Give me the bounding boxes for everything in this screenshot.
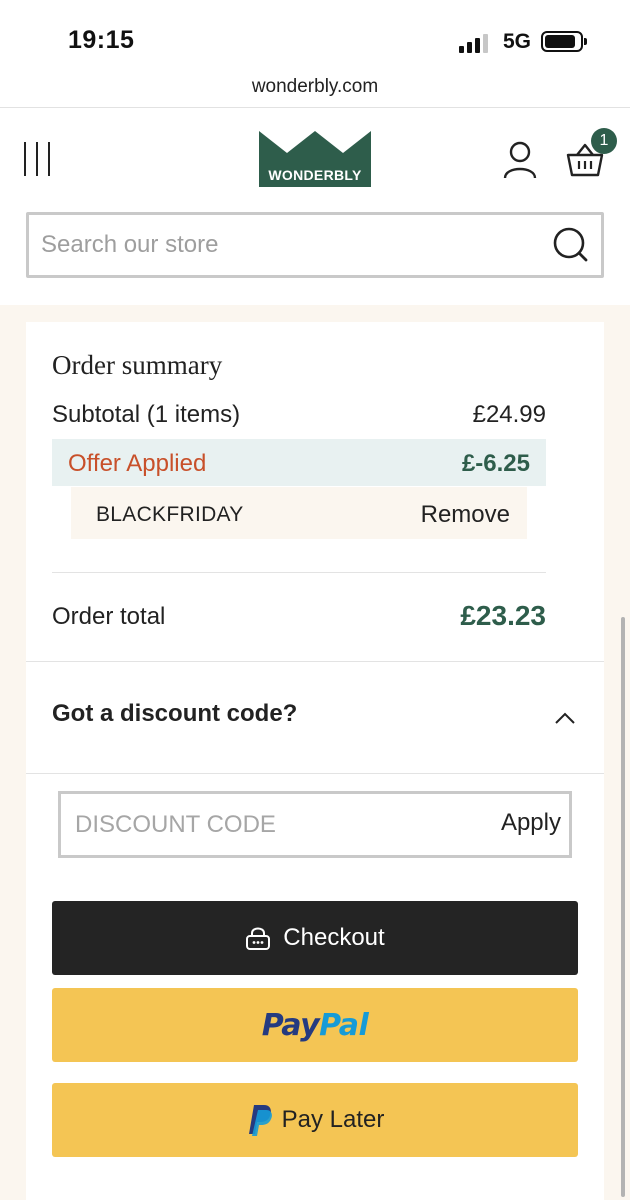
- scrollbar[interactable]: [621, 617, 625, 1197]
- subtotal-value: £24.99: [472, 401, 546, 428]
- subtotal-label: Subtotal (1 items): [52, 401, 241, 428]
- status-bar: 19:15 5G: [0, 0, 630, 68]
- discount-divider: [26, 773, 604, 774]
- paypal-logo: PayPal: [262, 1008, 369, 1043]
- signal-icon: [459, 33, 493, 53]
- order-summary-title: Order summary: [52, 350, 223, 380]
- remove-code-button[interactable]: Remove: [390, 501, 510, 529]
- paypal-logo-pal: Pal: [319, 1007, 369, 1043]
- url-bar[interactable]: wonderbly.com: [0, 68, 630, 108]
- lock-icon: [246, 927, 271, 950]
- site-header: WONDERBLY: [0, 109, 630, 305]
- url-text: wonderbly.com: [251, 76, 379, 97]
- discount-toggle[interactable]: Got a discount code?: [52, 700, 297, 728]
- cart-count-badge: 1: [591, 128, 617, 154]
- user-icon[interactable]: [502, 141, 538, 179]
- discount-code-input[interactable]: [75, 794, 455, 855]
- pay-later-label: Pay Later: [281, 1106, 385, 1133]
- section-divider: [26, 661, 604, 662]
- menu-icon[interactable]: [24, 142, 54, 178]
- search-box: [26, 212, 604, 278]
- applied-code-name: BLACKFRIDAY: [96, 503, 244, 526]
- status-time: 19:15: [68, 26, 135, 54]
- checkout-label: Checkout: [283, 924, 385, 951]
- paypal-icon: [248, 1105, 272, 1136]
- discount-box: Apply: [58, 791, 572, 858]
- paypal-button[interactable]: PayPal: [52, 988, 578, 1062]
- battery-icon: [541, 31, 583, 52]
- logo-text: WONDERBLY: [268, 167, 362, 183]
- paypal-logo-pay: Pay: [261, 1007, 320, 1043]
- offer-amount: £-6.25: [461, 450, 530, 477]
- pay-later-button[interactable]: Pay Later: [52, 1083, 578, 1157]
- order-total-label: Order total: [52, 603, 166, 630]
- apply-button[interactable]: Apply: [481, 809, 561, 837]
- battery-tip: [584, 38, 587, 45]
- search-input[interactable]: [41, 215, 541, 275]
- wonderbly-logo[interactable]: WONDERBLY: [259, 131, 371, 187]
- offer-label: Offer Applied: [68, 450, 207, 477]
- order-total-value: £23.23: [460, 600, 546, 631]
- network-label: 5G: [503, 30, 532, 53]
- chevron-up-icon[interactable]: [553, 710, 577, 726]
- search-icon[interactable]: [553, 227, 589, 263]
- summary-divider: [52, 572, 546, 573]
- checkout-button[interactable]: Checkout: [52, 901, 578, 975]
